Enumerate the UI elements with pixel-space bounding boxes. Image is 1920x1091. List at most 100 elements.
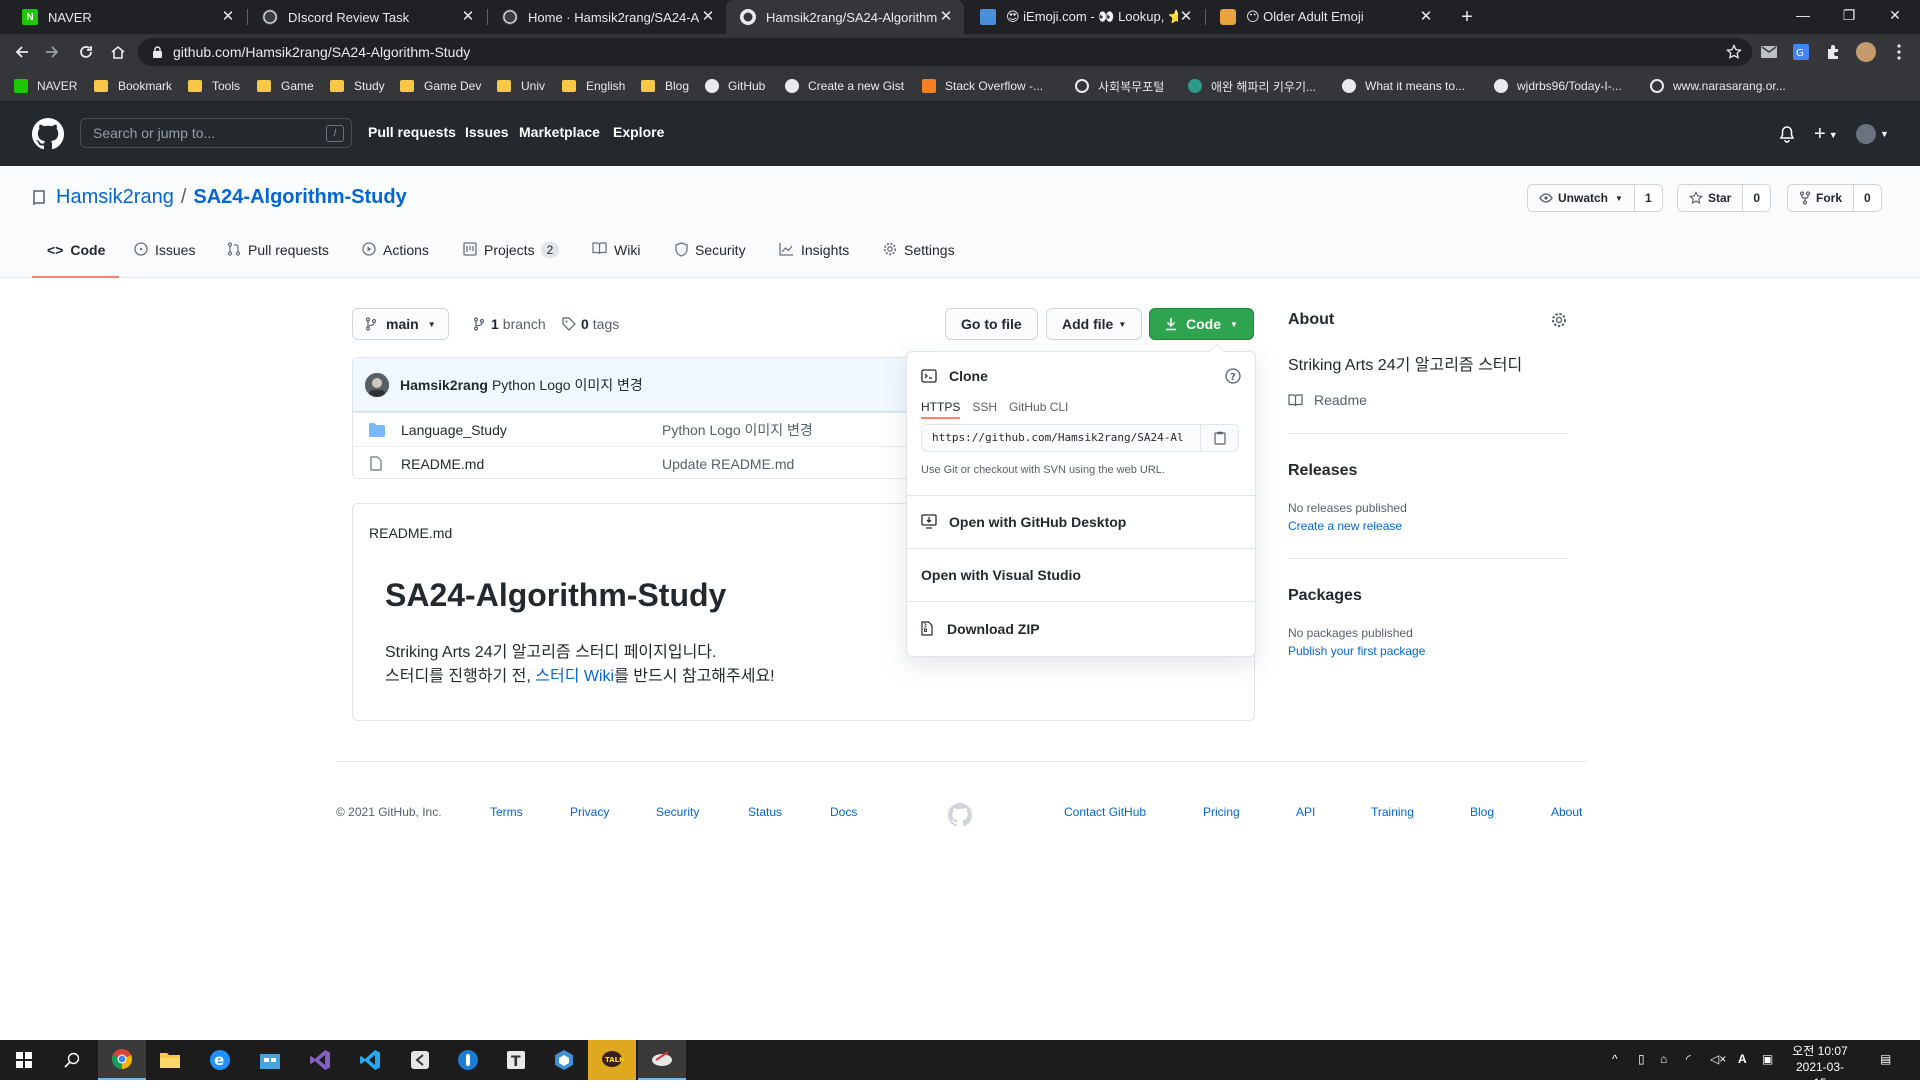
minimize-icon[interactable]: — bbox=[1780, 0, 1826, 30]
chrome-menu-icon[interactable] bbox=[1890, 43, 1908, 61]
bookmark-folder[interactable]: Bookmark bbox=[94, 70, 172, 102]
reload-icon[interactable] bbox=[74, 40, 98, 64]
app-icon[interactable] bbox=[444, 1040, 492, 1080]
footer-link-api[interactable]: API bbox=[1296, 805, 1315, 819]
fork-count[interactable]: 0 bbox=[1854, 185, 1881, 211]
chrome-taskbar-icon[interactable] bbox=[98, 1040, 146, 1080]
bookmark-link[interactable]: 애완 해파리 키우기... bbox=[1188, 70, 1316, 102]
bookmark-folder[interactable]: Study bbox=[330, 70, 385, 102]
user-avatar[interactable] bbox=[1856, 124, 1876, 144]
search-icon[interactable] bbox=[48, 1040, 96, 1080]
network-icon[interactable]: ⌂ bbox=[1660, 1052, 1667, 1066]
profile-avatar[interactable] bbox=[1856, 42, 1876, 62]
ime-icon[interactable]: ▣ bbox=[1762, 1052, 1773, 1066]
footer-link-training[interactable]: Training bbox=[1371, 805, 1414, 819]
wiki-link[interactable]: 스터디 Wiki bbox=[535, 668, 614, 685]
footer-link-about[interactable]: About bbox=[1551, 805, 1582, 819]
forward-icon[interactable] bbox=[40, 40, 64, 64]
download-zip-item[interactable]: Download ZIP bbox=[907, 601, 1255, 656]
window-close-icon[interactable]: ✕ bbox=[1872, 0, 1918, 30]
browser-tab[interactable]: N NAVER ✕ bbox=[8, 0, 246, 34]
bookmark-link[interactable]: www.narasarang.or... bbox=[1650, 70, 1786, 102]
add-file-button[interactable]: Add file ▼ bbox=[1046, 308, 1143, 340]
system-clock[interactable]: 오전 10:07 2021-03-15 bbox=[1790, 1043, 1850, 1091]
file-explorer-icon[interactable] bbox=[146, 1040, 194, 1080]
close-tab-icon[interactable]: ✕ bbox=[700, 9, 716, 25]
fork-button[interactable]: Fork 0 bbox=[1787, 184, 1882, 212]
open-github-desktop-item[interactable]: Open with GitHub Desktop bbox=[907, 495, 1255, 548]
file-name[interactable]: Language_Study bbox=[401, 422, 507, 438]
wifi-icon[interactable]: ◜ bbox=[1686, 1052, 1691, 1066]
nav-pull-requests[interactable]: Pull requests bbox=[368, 124, 456, 140]
app-icon[interactable] bbox=[396, 1040, 444, 1080]
tab-projects[interactable]: Projects 2 bbox=[463, 242, 560, 278]
browser-tab[interactable]: DIscord Review Task ✕ bbox=[248, 0, 486, 34]
browser-tab-active[interactable]: Hamsik2rang/SA24-Algorithm-S ✕ bbox=[726, 0, 964, 34]
gmail-extension-icon[interactable] bbox=[1760, 43, 1778, 61]
bookmark-naver[interactable]: NAVER bbox=[14, 70, 77, 102]
tags-link[interactable]: 0 tags bbox=[562, 316, 619, 332]
create-release-link[interactable]: Create a new release bbox=[1288, 519, 1402, 533]
bookmark-folder[interactable]: Game bbox=[257, 70, 314, 102]
publish-package-link[interactable]: Publish your first package bbox=[1288, 644, 1425, 658]
help-question-icon[interactable]: ? bbox=[1225, 368, 1241, 384]
app-icon[interactable] bbox=[638, 1040, 686, 1080]
close-tab-icon[interactable]: ✕ bbox=[938, 9, 954, 25]
bookmark-gist[interactable]: Create a new Gist bbox=[785, 70, 904, 102]
releases-heading[interactable]: Releases bbox=[1288, 462, 1357, 480]
footer-link-contact[interactable]: Contact GitHub bbox=[1064, 805, 1146, 819]
tab-pull-requests[interactable]: Pull requests bbox=[227, 242, 329, 278]
close-tab-icon[interactable]: ✕ bbox=[1178, 9, 1194, 25]
watch-button[interactable]: Unwatch ▼ 1 bbox=[1527, 184, 1663, 212]
vscode-icon[interactable] bbox=[346, 1040, 394, 1080]
close-tab-icon[interactable]: ✕ bbox=[460, 9, 476, 25]
back-icon[interactable] bbox=[10, 40, 34, 64]
extensions-puzzle-icon[interactable] bbox=[1824, 43, 1842, 61]
tab-insights[interactable]: Insights bbox=[779, 242, 849, 278]
open-visual-studio-item[interactable]: Open with Visual Studio bbox=[907, 548, 1255, 601]
footer-link-terms[interactable]: Terms bbox=[490, 805, 523, 819]
commit-message[interactable]: Python Logo 이미지 변경 bbox=[492, 375, 643, 395]
about-settings-gear-icon[interactable] bbox=[1551, 312, 1567, 328]
github-logo-icon[interactable] bbox=[32, 118, 64, 150]
file-commit-message[interactable]: Python Logo 이미지 변경 bbox=[662, 420, 813, 440]
tab-wiki[interactable]: Wiki bbox=[592, 242, 640, 278]
bookmark-stackoverflow[interactable]: Stack Overflow -... bbox=[922, 70, 1043, 102]
tab-settings[interactable]: Settings bbox=[883, 242, 955, 278]
repo-name-link[interactable]: SA24-Algorithm-Study bbox=[193, 186, 406, 209]
footer-link-status[interactable]: Status bbox=[748, 805, 782, 819]
bookmark-folder[interactable]: Tools bbox=[188, 70, 240, 102]
bookmark-link[interactable]: wjdrbs96/Today-I-... bbox=[1494, 70, 1622, 102]
tab-github-cli[interactable]: GitHub CLI bbox=[1009, 400, 1068, 419]
clipboard-copy-icon[interactable] bbox=[1200, 425, 1238, 451]
bookmark-link[interactable]: What it means to... bbox=[1342, 70, 1465, 102]
tab-security[interactable]: Security bbox=[675, 242, 746, 278]
footer-link-privacy[interactable]: Privacy bbox=[570, 805, 609, 819]
bookmark-github[interactable]: GitHub bbox=[705, 70, 765, 102]
create-new-plus-icon[interactable]: + ▼ bbox=[1814, 124, 1838, 145]
nav-issues[interactable]: Issues bbox=[465, 124, 509, 140]
browser-tab[interactable]: 😶 Older Adult Emoji ✕ bbox=[1206, 0, 1444, 34]
close-tab-icon[interactable]: ✕ bbox=[1418, 9, 1434, 25]
star-button-label[interactable]: Star bbox=[1678, 185, 1744, 211]
bookmark-folder[interactable]: Univ bbox=[497, 70, 545, 102]
bookmark-folder[interactable]: English bbox=[562, 70, 625, 102]
footer-link-pricing[interactable]: Pricing bbox=[1203, 805, 1240, 819]
volume-icon[interactable]: ◁× bbox=[1710, 1052, 1726, 1066]
avatar-dropdown-caret-icon[interactable]: ▼ bbox=[1880, 129, 1889, 139]
close-tab-icon[interactable]: ✕ bbox=[220, 9, 236, 25]
bookmark-star-icon[interactable] bbox=[1726, 44, 1742, 60]
repo-owner-link[interactable]: Hamsik2rang bbox=[56, 186, 174, 209]
edge-icon[interactable]: e bbox=[196, 1040, 244, 1080]
new-tab-icon[interactable]: + bbox=[1454, 4, 1480, 30]
bookmark-folder[interactable]: Game Dev bbox=[400, 70, 481, 102]
footer-link-blog[interactable]: Blog bbox=[1470, 805, 1494, 819]
file-name[interactable]: README.md bbox=[401, 456, 484, 472]
tab-https[interactable]: HTTPS bbox=[921, 400, 961, 419]
footer-github-logo-icon[interactable] bbox=[948, 803, 972, 827]
fork-button-label[interactable]: Fork bbox=[1788, 185, 1855, 211]
clone-url-input[interactable]: https://github.com/Hamsik2rang/SA24-Al bbox=[922, 425, 1200, 451]
branch-select-button[interactable]: main ▼ bbox=[352, 308, 449, 340]
packages-heading[interactable]: Packages bbox=[1288, 587, 1362, 605]
kakaotalk-icon[interactable]: TALK bbox=[588, 1040, 636, 1080]
